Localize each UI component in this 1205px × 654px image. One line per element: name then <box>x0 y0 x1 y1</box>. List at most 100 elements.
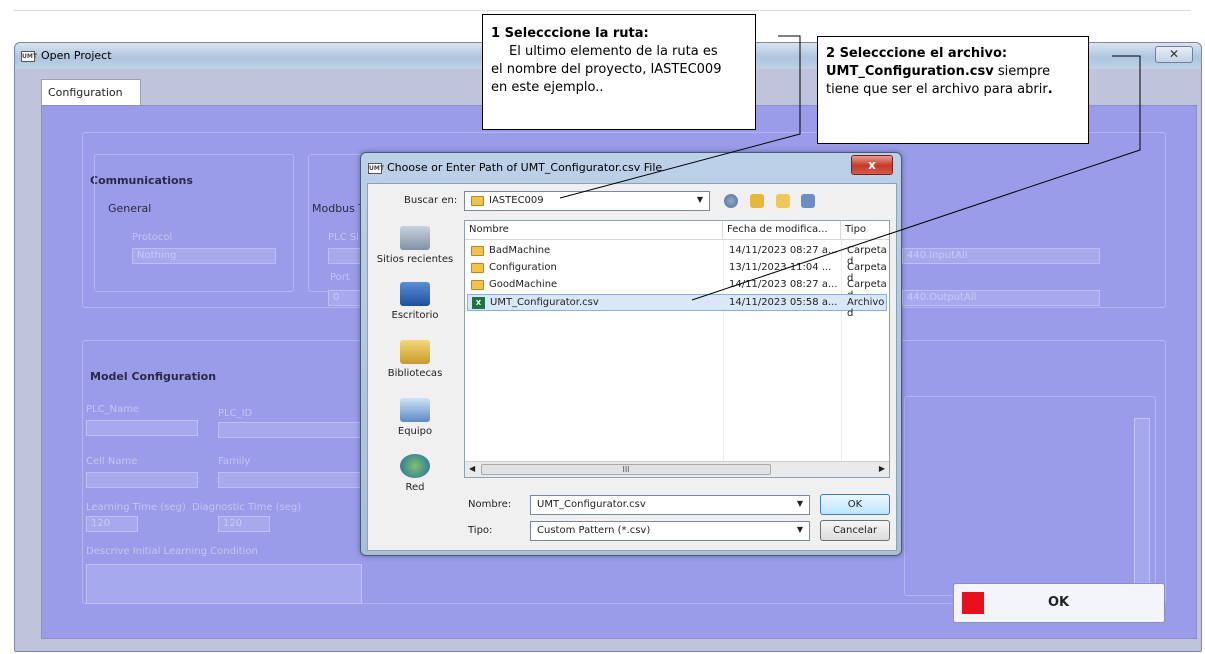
top-rule <box>14 10 1191 11</box>
place-recent[interactable]: Sitios recientes <box>374 226 456 265</box>
place-libraries[interactable]: Bibliotecas <box>374 340 456 379</box>
place-desktop[interactable]: Escritorio <box>374 282 456 321</box>
column-header-type[interactable]: Tipo <box>841 221 889 240</box>
back-icon[interactable] <box>724 193 738 208</box>
folder-icon <box>471 246 484 256</box>
file-type: Archivo d <box>847 297 885 319</box>
column-header-name[interactable]: Nombre <box>465 221 723 240</box>
scroll-thumb[interactable]: III <box>481 464 771 475</box>
plc-name-field[interactable] <box>86 420 198 436</box>
ok-button-label: OK <box>1048 595 1070 610</box>
look-in-label: Buscar en: <box>404 195 458 206</box>
plc-id-field[interactable] <box>218 422 362 438</box>
libraries-icon <box>400 340 430 364</box>
callout-2-filename: UMT_Configuration.csv <box>826 64 994 79</box>
chevron-down-icon: ▼ <box>796 525 803 534</box>
callout-step-1: 1 Selecccione la ruta: El ultimo element… <box>482 14 756 130</box>
place-desktop-label: Escritorio <box>391 310 439 321</box>
cell-name-field[interactable] <box>86 472 198 488</box>
dialog-title: Choose or Enter Path of UMT_Configurator… <box>387 161 663 174</box>
window-close-button[interactable]: ✕ <box>1155 46 1193 63</box>
place-computer[interactable]: Equipo <box>374 398 456 437</box>
diagnostic-time-field[interactable]: 120 <box>218 516 270 532</box>
plc-slave-label: PLC Sl <box>328 232 359 243</box>
scroll-right-icon[interactable]: ▶ <box>879 464 885 473</box>
folder-icon <box>471 263 484 273</box>
network-icon <box>400 454 430 478</box>
initial-condition-label: Descrive Initial Learning Condition <box>86 546 258 557</box>
list-item[interactable]: GoodMachine 14/11/2023 08:27 a... Carpet… <box>467 277 887 301</box>
csv-file-icon: X <box>472 297 485 309</box>
input-variable-field[interactable]: 440.InputAll <box>902 248 1100 264</box>
general-group <box>94 154 294 292</box>
chevron-down-icon: ▼ <box>796 499 803 508</box>
initial-condition-field[interactable] <box>86 564 362 604</box>
callout-1-line-2: El ultimo elemento de la ruta es <box>509 44 718 59</box>
window-title: Open Project <box>41 49 112 62</box>
place-libraries-label: Bibliotecas <box>387 368 443 379</box>
scroll-left-icon[interactable]: ◀ <box>469 464 475 473</box>
file-name-value: UMT_Configurator.csv <box>537 499 646 510</box>
file-date: 14/11/2023 08:27 a... <box>729 279 838 290</box>
file-date: 14/11/2023 08:27 a... <box>729 245 838 256</box>
ok-button[interactable]: OK <box>953 583 1165 623</box>
model-table-area <box>904 396 1156 596</box>
general-label: General <box>108 202 152 215</box>
callout-step-2: 2 Selecccione el archivo: UMT_Configurat… <box>817 36 1089 144</box>
look-in-value: IASTEC009 <box>489 195 544 206</box>
family-label: Family <box>218 456 251 467</box>
desktop-icon <box>400 282 430 306</box>
dialog-cancel-button[interactable]: Cancelar <box>820 520 890 541</box>
file-name: GoodMachine <box>489 279 558 290</box>
callout-2-line-3: tiene que ser el archivo para abrir. <box>826 81 1080 99</box>
look-in-dropdown[interactable]: IASTEC009 ▼ <box>464 191 710 211</box>
callout-2-rest: siempre <box>993 64 1051 79</box>
table-scrollbar[interactable] <box>1134 418 1150 602</box>
new-folder-icon[interactable] <box>775 193 790 208</box>
app-icon: UMT <box>21 51 37 62</box>
callout-1-line-3: el nombre del proyecto, IASTEC009 <box>491 62 722 77</box>
file-name: BadMachine <box>489 245 551 256</box>
port-label: Port <box>330 272 350 283</box>
file-type-value: Custom Pattern (*.csv) <box>537 525 651 536</box>
view-menu-icon[interactable] <box>801 193 816 208</box>
diagnostic-time-label: Diagnostic Time (seg) <box>192 502 302 513</box>
list-item[interactable]: Configuration 13/11/2023 11:04 ... Carpe… <box>467 260 887 284</box>
list-item-selected[interactable]: X UMT_Configurator.csv 14/11/2023 05:58 … <box>467 294 887 319</box>
horizontal-scrollbar[interactable]: ◀ III ▶ <box>465 461 889 477</box>
place-recent-label: Sitios recientes <box>376 254 454 265</box>
protocol-field[interactable]: Nothing <box>132 248 276 264</box>
tab-configuration[interactable]: Configuration <box>41 79 141 107</box>
file-name-input[interactable]: UMT_Configurator.csv ▼ <box>530 495 810 515</box>
family-field[interactable] <box>218 472 362 488</box>
place-network-label: Red <box>405 482 425 493</box>
up-folder-icon[interactable] <box>749 193 764 208</box>
dialog-app-icon: UMT <box>368 163 384 174</box>
status-indicator-icon <box>962 592 984 614</box>
file-name: Configuration <box>489 262 557 273</box>
dialog-body: Buscar en: IASTEC009 ▼ Sitios recientes … <box>367 183 897 551</box>
column-header-date[interactable]: Fecha de modifica... <box>723 221 841 240</box>
file-type-select[interactable]: Custom Pattern (*.csv) ▼ <box>530 521 810 541</box>
file-name: UMT_Configurator.csv <box>490 297 599 308</box>
dialog-ok-button[interactable]: OK <box>820 494 890 515</box>
callout-1-line-4: en este ejemplo.. <box>491 80 604 95</box>
place-network[interactable]: Red <box>374 454 456 493</box>
callout-2-line-2: UMT_Configuration.csv siempre <box>826 63 1080 81</box>
file-chooser-dialog: UMT Choose or Enter Path of UMT_Configur… <box>360 152 902 556</box>
callout-2-period: . <box>1047 82 1053 97</box>
callout-2-title: 2 Selecccione el archivo: <box>826 46 1008 61</box>
learning-time-field[interactable]: 120 <box>86 516 138 532</box>
output-variable-field[interactable]: 440.OutputAll <box>902 290 1100 306</box>
callout-2-line-3-text: tiene que ser el archivo para abrir <box>826 82 1048 97</box>
cell-name-label: Cell Name <box>86 456 138 467</box>
file-type-label: Tipo: <box>468 525 493 536</box>
folder-icon <box>471 196 484 206</box>
dialog-close-button[interactable]: x <box>851 155 893 175</box>
list-item[interactable]: BadMachine 14/11/2023 08:27 a... Carpeta… <box>467 243 887 267</box>
recent-places-icon <box>400 226 430 250</box>
place-computer-label: Equipo <box>397 426 433 437</box>
file-date: 14/11/2023 05:58 a... <box>729 297 838 308</box>
chevron-down-icon: ▼ <box>696 195 703 204</box>
plc-id-label: PLC_ID <box>218 408 253 419</box>
